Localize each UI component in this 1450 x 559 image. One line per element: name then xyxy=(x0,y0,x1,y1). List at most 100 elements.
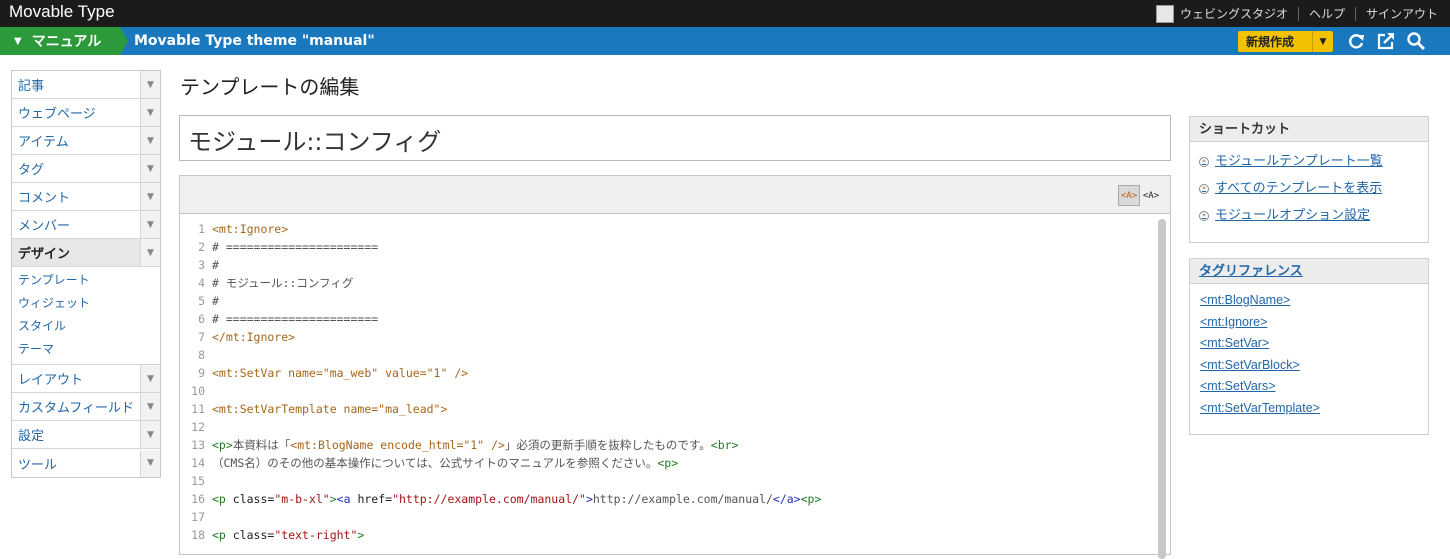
code-line[interactable]: 3 # xyxy=(180,256,219,274)
caret-down-icon[interactable]: ▼ xyxy=(1312,31,1333,52)
shortcut-label[interactable]: すべてのテンプレートを表示 xyxy=(1215,175,1382,202)
shortcut-link[interactable]: » モジュールオプション設定 xyxy=(1190,202,1428,229)
code-area[interactable]: 1 <mt:Ignore> 2 # ====================== 3 #4… xyxy=(180,215,1170,555)
menu-item-entries[interactable]: 記事 ▼ xyxy=(12,71,160,99)
refresh-icon[interactable] xyxy=(1346,31,1366,51)
code-line[interactable]: 18 <p class="text-right"> xyxy=(180,526,364,544)
submenu-item-templates[interactable]: テンプレート xyxy=(12,269,160,292)
code-text: # xyxy=(205,294,219,308)
design-submenu: テンプレート ウィジェット スタイル テーマ xyxy=(12,267,160,365)
code-token: # xyxy=(212,258,219,272)
menu-item-design[interactable]: デザイン ▼ xyxy=(12,239,160,267)
menu-item-tools[interactable]: ツール ▼ xyxy=(12,449,160,477)
chevron-down-icon[interactable]: ▼ xyxy=(140,183,160,210)
shortcut-label[interactable]: モジュールオプション設定 xyxy=(1215,202,1370,229)
line-number: 17 xyxy=(191,510,205,524)
chevron-down-icon[interactable]: ▼ xyxy=(140,99,160,126)
code-token: <p xyxy=(212,528,233,542)
chevron-down-icon[interactable]: ▼ xyxy=(140,127,160,154)
code-line[interactable]: 14 （CMS名）のその他の基本操作については、公式サイトのマニュアルを参照くださ… xyxy=(180,454,678,472)
code-editor[interactable]: <A> <A> 1 <mt:Ignore> 2 # =================… xyxy=(179,175,1171,559)
chevron-down-icon[interactable]: ▼ xyxy=(140,365,160,392)
template-name-input[interactable]: モジュール::コンフィグ xyxy=(179,115,1171,161)
code-line[interactable]: 11 <mt:SetVarTemplate name="ma_lead"> xyxy=(180,400,447,418)
editor-scrollbar[interactable] xyxy=(1158,219,1166,559)
submenu-item-styles[interactable]: スタイル xyxy=(12,315,160,338)
menu-item-custom-fields[interactable]: カスタムフィールド ▼ xyxy=(12,393,160,421)
chevron-down-icon[interactable]: ▼ xyxy=(140,393,160,420)
code-line[interactable]: 10 xyxy=(180,382,212,400)
menu-item-members[interactable]: メンバー ▼ xyxy=(12,211,160,239)
app-logo[interactable]: Movable Type xyxy=(9,1,115,23)
menu-item-label[interactable]: カスタムフィールド xyxy=(12,397,140,416)
code-token: </a> xyxy=(772,492,801,506)
user-name-link[interactable]: ウェビングスタジオ xyxy=(1180,5,1288,22)
code-line[interactable]: 5 # xyxy=(180,292,219,310)
menu-item-comments[interactable]: コメント ▼ xyxy=(12,183,160,211)
code-token: class= xyxy=(232,492,275,506)
external-link-icon[interactable] xyxy=(1376,31,1396,51)
menu-item-settings[interactable]: 設定 ▼ xyxy=(12,421,160,449)
code-line[interactable]: 4 # モジュール::コンフィグ xyxy=(180,274,353,292)
code-line[interactable]: 9 <mt:SetVar name="ma_web" value="1" /> xyxy=(180,364,468,382)
line-number: 12 xyxy=(191,420,205,434)
tag-reference-link[interactable]: <mt:SetVarBlock> xyxy=(1190,355,1428,377)
code-line[interactable]: 17 xyxy=(180,508,212,526)
shortcut-link[interactable]: » モジュールテンプレート一覧 xyxy=(1190,148,1428,175)
tag-reference-link[interactable]: <mt:SetVars> xyxy=(1190,376,1428,398)
chevron-down-icon[interactable]: ▼ xyxy=(140,449,160,477)
chevron-down-icon[interactable]: ▼ xyxy=(140,421,160,448)
top-bar: Movable Type ウェビングスタジオ ヘルプ サインアウト xyxy=(0,0,1450,27)
code-line[interactable]: 6 # ====================== xyxy=(180,310,378,328)
code-token: # xyxy=(212,294,219,308)
help-link[interactable]: ヘルプ xyxy=(1309,5,1345,22)
tag-reference-link[interactable]: <mt:SetVar> xyxy=(1190,333,1428,355)
signout-link[interactable]: サインアウト xyxy=(1366,5,1438,22)
code-line[interactable]: 1 <mt:Ignore> xyxy=(180,220,288,238)
tag-reference-link[interactable]: <mt:BlogName> xyxy=(1190,290,1428,312)
code-line[interactable]: 12 xyxy=(180,418,212,436)
menu-item-label[interactable]: ウェブページ xyxy=(12,103,140,122)
code-line[interactable]: 15 xyxy=(180,472,212,490)
syntax-highlight-off-button[interactable]: <A> xyxy=(1140,185,1162,206)
search-icon[interactable] xyxy=(1406,31,1426,51)
menu-item-label[interactable]: 設定 xyxy=(12,425,140,444)
menu-item-label[interactable]: ツール xyxy=(12,454,140,473)
menu-item-assets[interactable]: アイテム ▼ xyxy=(12,127,160,155)
chevron-down-icon[interactable]: ▼ xyxy=(140,211,160,238)
menu-item-webpages[interactable]: ウェブページ ▼ xyxy=(12,99,160,127)
submenu-item-themes[interactable]: テーマ xyxy=(12,338,160,361)
tag-reference-link[interactable]: <mt:SetVarTemplate> xyxy=(1190,398,1428,420)
menu-item-label[interactable]: 記事 xyxy=(12,75,140,94)
menu-item-label[interactable]: タグ xyxy=(12,159,140,178)
shortcut-link[interactable]: » すべてのテンプレートを表示 xyxy=(1190,175,1428,202)
code-line[interactable]: 16 <p class="m-b-xl"><a href="http://exam… xyxy=(180,490,821,508)
tag-reference-title[interactable]: タグリファレンス xyxy=(1190,259,1428,284)
code-line[interactable]: 8 xyxy=(180,346,212,364)
menu-item-layout[interactable]: レイアウト ▼ xyxy=(12,365,160,393)
new-create-button[interactable]: 新規作成 ▼ xyxy=(1238,31,1333,52)
submenu-item-widgets[interactable]: ウィジェット xyxy=(12,292,160,315)
side-menu: 記事 ▼ ウェブページ ▼ アイテム ▼ タグ ▼ コメント ▼ メンバー ▼ デザイン ▼ … xyxy=(11,70,161,478)
menu-item-label[interactable]: レイアウト xyxy=(12,369,140,388)
shortcut-label[interactable]: モジュールテンプレート一覧 xyxy=(1215,148,1383,175)
syntax-highlight-on-button[interactable]: <A> xyxy=(1118,185,1140,206)
site-selector-button[interactable]: ▼ マニュアル xyxy=(0,27,120,55)
chevron-down-icon[interactable]: ▼ xyxy=(140,155,160,182)
code-text: <p class="m-b-xl"><a href="http://exampl… xyxy=(205,492,821,506)
code-token: 」必須の更新手順を抜粋したものです。 xyxy=(504,438,711,452)
menu-item-tags[interactable]: タグ ▼ xyxy=(12,155,160,183)
menu-item-label[interactable]: アイテム xyxy=(12,131,140,150)
user-avatar[interactable] xyxy=(1155,4,1174,23)
chevron-down-icon[interactable]: ▼ xyxy=(140,239,160,266)
code-line[interactable]: 2 # ====================== xyxy=(180,238,378,256)
code-line[interactable]: 7 </mt:Ignore> xyxy=(180,328,295,346)
chevron-down-icon[interactable]: ▼ xyxy=(140,71,160,98)
menu-item-label[interactable]: デザイン xyxy=(12,243,140,262)
blog-title-link[interactable]: Movable Type theme "manual" xyxy=(134,27,375,55)
tag-reference-link[interactable]: <mt:Ignore> xyxy=(1190,312,1428,334)
menu-item-label[interactable]: コメント xyxy=(12,187,140,206)
code-token: （CMS名）のその他の基本操作については、公式サイトのマニュアルを参照ください。 xyxy=(212,456,658,470)
menu-item-label[interactable]: メンバー xyxy=(12,215,140,234)
code-line[interactable]: 13 <p>本資料は「<mt:BlogName encode_html="1" /… xyxy=(180,436,738,454)
